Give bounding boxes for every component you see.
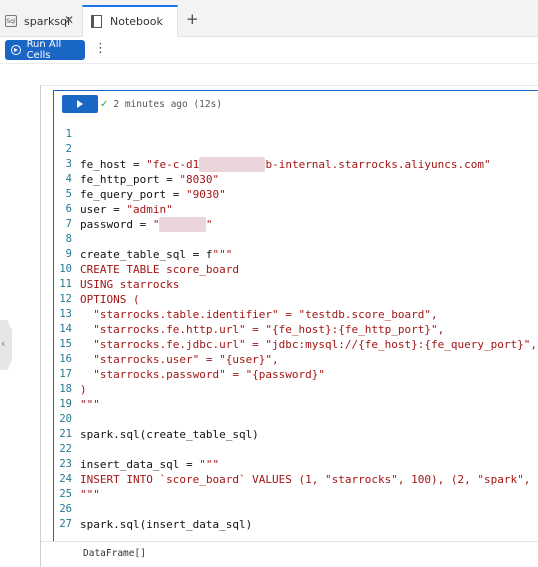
notebook-cell: ✓ 2 minutes ago (12s) 1 2 fe_host = "fe-… [40,85,538,567]
run-all-cells-button[interactable]: Run All Cells [5,39,85,61]
line-number: 11 [59,278,72,290]
line-number: 22 [59,443,72,455]
execution-time: 2 minutes ago (12s) [113,99,223,110]
line-number: 14 [59,323,72,335]
run-all-icon [11,45,21,55]
redacted-text: xxxxxxxxxx [199,157,266,172]
toolbar-divider [0,63,538,64]
line-number: 16 [59,353,72,365]
line-number: 27 [59,518,72,530]
tab-sparksql[interactable]: Sql sparksql ✕ [0,6,80,36]
line-number: 18 [59,383,72,395]
line-number: 2 [65,143,72,155]
code-line: """ [80,398,100,411]
more-actions-icon[interactable]: ⋮ [94,41,107,56]
line-number: 25 [59,488,72,500]
tab-label: Notebook [110,15,163,28]
chevron-left-icon: ‹ [1,337,6,350]
run-all-label: Run All Cells [26,39,62,61]
line-number: 8 [65,233,72,245]
execution-status: ✓ 2 minutes ago (12s) [100,99,222,110]
code-line: fe_host = "fe-c-d1xxxxxxxxxxb-internal.s… [80,157,491,172]
sql-file-icon: Sql [5,15,17,27]
line-number: 21 [59,428,72,440]
line-number: 9 [65,248,72,260]
line-number: 1 [65,128,72,140]
new-tab-button[interactable]: + [186,12,199,27]
output-divider [41,541,538,542]
line-number: 15 [59,338,72,350]
tab-notebook[interactable]: Notebook [82,5,178,37]
run-cell-button[interactable] [62,95,98,113]
code-line: "starrocks.table.identifier" = "testdb.s… [80,308,438,321]
code-cell-editor[interactable]: ✓ 2 minutes ago (12s) 1 2 fe_host = "fe-… [53,90,538,542]
tab-bar: Sql sparksql ✕ Notebook + [0,0,538,37]
line-number: 5 [65,188,72,200]
code-line: "starrocks.fe.jdbc.url" = "jdbc:mysql://… [80,338,537,351]
line-number: 26 [59,503,72,515]
line-number: 4 [65,173,72,185]
code-line: """ [80,488,100,501]
line-number: 6 [65,203,72,215]
line-number: 23 [59,458,72,470]
line-number: 17 [59,368,72,380]
line-number: 3 [65,158,72,170]
code-line: "starrocks.password" = "{password}" [80,368,326,381]
line-number: 19 [59,398,72,410]
code-line: "starrocks.user" = "{user}", [80,353,279,366]
code-line: spark.sql(insert_data_sql) [80,518,253,531]
line-number: 7 [65,218,72,230]
redacted-text: xxxxxxx [159,217,206,232]
line-number: 20 [59,413,72,425]
code-line: password = "xxxxxxx" [80,217,213,232]
line-number: 13 [59,308,72,320]
line-number: 12 [59,293,72,305]
code-line: INSERT INTO `score_board` VALUES (1, "st… [80,473,538,486]
line-number: 10 [59,263,72,275]
code-line: spark.sql(create_table_sql) [80,428,259,441]
cell-output: DataFrame[] [83,548,146,559]
check-icon: ✓ [100,99,109,110]
close-icon[interactable]: ✕ [64,13,74,27]
line-number: 24 [59,473,72,485]
notebook-toolbar: Run All Cells ⋮ [0,37,538,64]
code-line: "starrocks.fe.http.url" = "{fe_host}:{fe… [80,323,445,336]
notebook-icon [91,15,102,28]
